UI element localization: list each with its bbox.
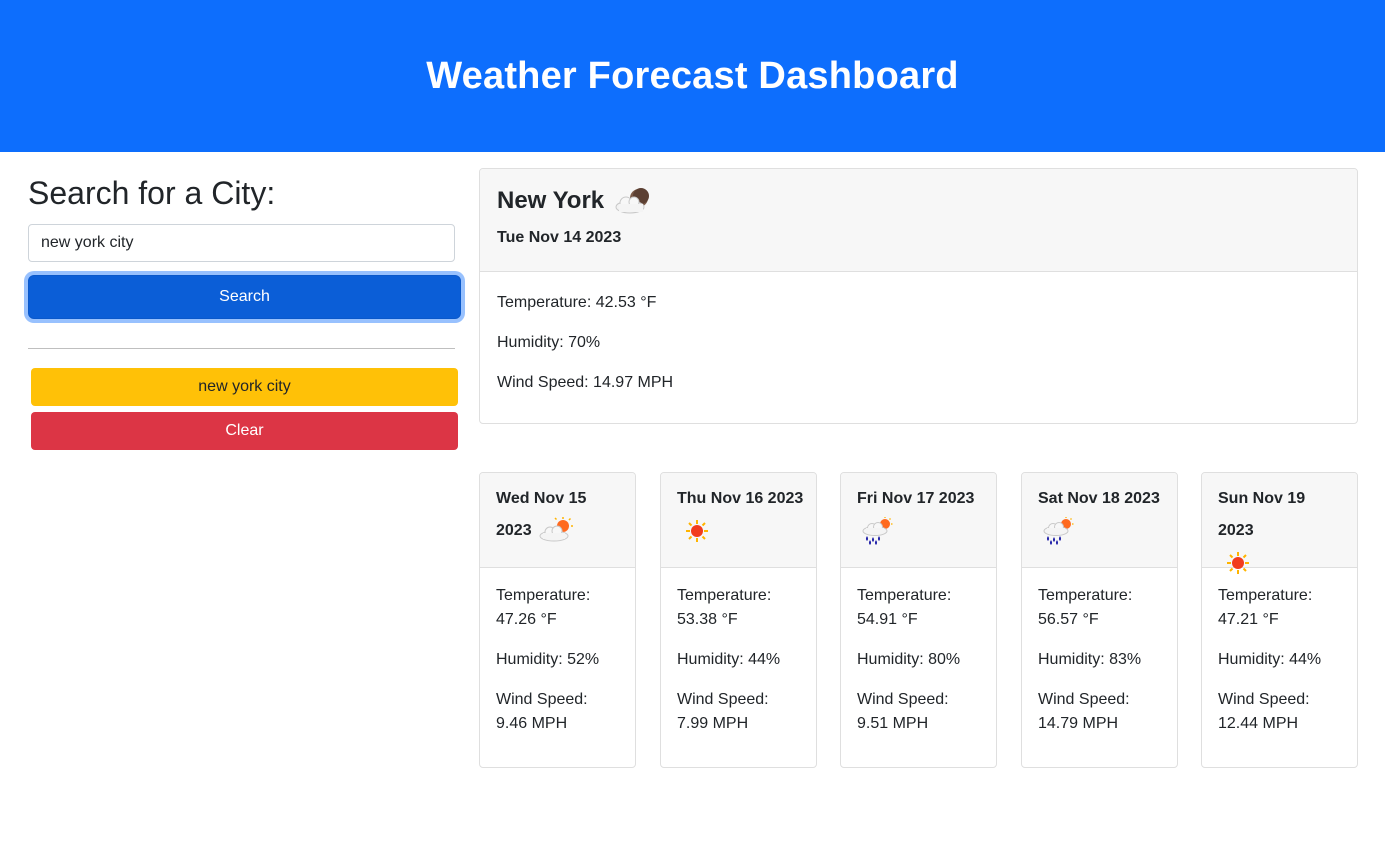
city-search-input[interactable] bbox=[28, 224, 455, 262]
forecast-wind-speed: 12.44 MPH bbox=[1218, 715, 1299, 732]
forecast-card-body: Temperature: 47.21 °F Humidity: 44% Wind … bbox=[1202, 568, 1357, 736]
forecast-temperature: 54.91 °F bbox=[857, 611, 918, 628]
forecast-card-header: Thu Nov 16 2023 bbox=[661, 473, 816, 568]
search-heading: Search for a City: bbox=[28, 175, 276, 211]
forecast-card: Thu Nov 16 2023 Temperature: 53.38 °F Hum… bbox=[660, 472, 817, 768]
current-weather-body: Temperature: 42.53 °F Humidity: 70% Wind… bbox=[480, 272, 1357, 394]
forecast-wind-label: Wind Speed: bbox=[677, 691, 769, 708]
forecast-wind-speed: 9.51 MPH bbox=[857, 715, 929, 732]
forecast-card: Sat Nov 18 2023 Temperature: 56.57 °F Hu… bbox=[1021, 472, 1178, 768]
current-humidity: Humidity: 70% bbox=[497, 334, 601, 351]
forecast-temperature-label: Temperature: bbox=[1038, 587, 1133, 604]
forecast-card: Wed Nov 15 2023 Temperature: 47.26 °F Hum… bbox=[479, 472, 636, 768]
current-wind-speed: Wind Speed: 14.97 MPH bbox=[497, 374, 674, 391]
forecast-card-body: Temperature: 53.38 °F Humidity: 44% Wind … bbox=[661, 568, 816, 736]
forecast-wind-label: Wind Speed: bbox=[1038, 691, 1130, 708]
partly-cloudy-icon bbox=[536, 516, 576, 546]
forecast-card-body: Temperature: 47.26 °F Humidity: 52% Wind … bbox=[480, 568, 635, 736]
forecast-humidity: Humidity: 83% bbox=[1038, 651, 1142, 668]
current-city-name: New York bbox=[497, 187, 605, 214]
forecast-humidity: Humidity: 52% bbox=[496, 651, 600, 668]
forecast-temperature-label: Temperature: bbox=[857, 587, 952, 604]
forecast-card-header: Fri Nov 17 2023 bbox=[841, 473, 996, 568]
forecast-temperature: 47.26 °F bbox=[496, 611, 557, 628]
forecast-wind-label: Wind Speed: bbox=[857, 691, 949, 708]
forecast-wind-label: Wind Speed: bbox=[496, 691, 588, 708]
current-temperature: Temperature: 42.53 °F bbox=[497, 294, 657, 311]
forecast-temperature: 56.57 °F bbox=[1038, 611, 1099, 628]
current-date: Tue Nov 14 2023 bbox=[497, 229, 622, 246]
forecast-card: Sun Nov 19 2023 Temperature: 47.21 °F Hum… bbox=[1201, 472, 1358, 768]
clear-button[interactable]: Clear bbox=[31, 412, 458, 450]
history-item-button[interactable]: new york city bbox=[31, 368, 458, 406]
forecast-date: Fri Nov 17 2023 bbox=[857, 490, 975, 507]
forecast-card-body: Temperature: 56.57 °F Humidity: 83% Wind … bbox=[1022, 568, 1177, 736]
sun-icon bbox=[1218, 548, 1258, 578]
forecast-temperature-label: Temperature: bbox=[677, 587, 772, 604]
forecast-humidity: Humidity: 44% bbox=[1218, 651, 1322, 668]
forecast-wind-label: Wind Speed: bbox=[1218, 691, 1310, 708]
rain-sun-icon bbox=[1038, 516, 1078, 546]
sun-icon bbox=[677, 516, 717, 546]
forecast-temperature: 47.21 °F bbox=[1218, 611, 1279, 628]
forecast-card-header: Wed Nov 15 2023 bbox=[480, 473, 635, 568]
search-button[interactable]: Search bbox=[28, 275, 461, 319]
forecast-date: Sun Nov 19 2023 bbox=[1218, 490, 1306, 539]
forecast-temperature-label: Temperature: bbox=[496, 587, 591, 604]
forecast-card-header: Sun Nov 19 2023 bbox=[1202, 473, 1357, 574]
current-weather-header: New York Tue Nov 14 2023 bbox=[480, 169, 1357, 272]
forecast-wind-speed: 7.99 MPH bbox=[677, 715, 749, 732]
page-header: Weather Forecast Dashboard bbox=[0, 0, 1385, 152]
forecast-humidity: Humidity: 80% bbox=[857, 651, 961, 668]
forecast-card-header: Sat Nov 18 2023 bbox=[1022, 473, 1177, 568]
forecast-temperature-label: Temperature: bbox=[1218, 587, 1313, 604]
cloud-moon-icon bbox=[610, 185, 654, 217]
forecast-temperature: 53.38 °F bbox=[677, 611, 738, 628]
current-weather-card: New York Tue Nov 14 2023 Temperature: 42… bbox=[479, 168, 1358, 424]
forecast-card: Fri Nov 17 2023 Temperature: 54.91 °F Hu… bbox=[840, 472, 997, 768]
rain-sun-icon bbox=[857, 516, 897, 546]
forecast-humidity: Humidity: 44% bbox=[677, 651, 781, 668]
forecast-wind-speed: 9.46 MPH bbox=[496, 715, 568, 732]
divider bbox=[28, 348, 455, 349]
forecast-date: Sat Nov 18 2023 bbox=[1038, 490, 1160, 507]
page-title: Weather Forecast Dashboard bbox=[426, 54, 959, 97]
forecast-wind-speed: 14.79 MPH bbox=[1038, 715, 1119, 732]
forecast-card-body: Temperature: 54.91 °F Humidity: 80% Wind … bbox=[841, 568, 996, 736]
forecast-date: Thu Nov 16 2023 bbox=[677, 490, 804, 507]
